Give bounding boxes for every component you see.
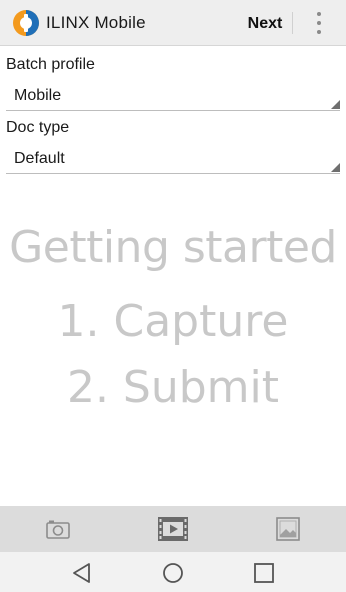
system-navigation-bar	[0, 552, 346, 592]
action-bar: ILINX Mobile Next	[0, 0, 346, 46]
more-vert-icon	[317, 12, 321, 16]
home-icon	[163, 563, 183, 583]
ilinx-logo-icon	[13, 10, 39, 36]
action-bar-divider	[292, 12, 293, 34]
app-title: ILINX Mobile	[46, 13, 146, 32]
recents-icon	[254, 563, 274, 583]
image-button[interactable]	[268, 514, 308, 544]
capture-toolbar	[0, 506, 346, 552]
step-submit: 2. Submit	[66, 362, 280, 413]
camera-icon	[46, 520, 70, 539]
image-icon	[276, 517, 300, 541]
back-icon	[73, 563, 90, 583]
getting-started-heading: Getting started	[9, 222, 337, 273]
camera-button[interactable]	[38, 514, 78, 544]
next-button[interactable]: Next	[240, 12, 290, 36]
doc-type-value: Default	[14, 150, 65, 167]
doc-type-dropdown[interactable]: Default	[6, 144, 340, 174]
back-button[interactable]	[68, 559, 96, 587]
recents-button[interactable]	[250, 559, 278, 587]
home-button[interactable]	[159, 559, 187, 587]
step-capture: 1. Capture	[57, 296, 289, 347]
doc-type-label: Doc type	[6, 119, 70, 136]
batch-profile-label: Batch profile	[6, 56, 95, 73]
dropdown-arrow-icon	[331, 163, 340, 172]
video-button[interactable]	[153, 514, 193, 544]
video-icon	[158, 517, 188, 541]
batch-profile-dropdown[interactable]: Mobile	[6, 81, 340, 111]
dropdown-arrow-icon	[331, 100, 340, 109]
batch-profile-value: Mobile	[14, 87, 62, 104]
overflow-menu-button[interactable]	[304, 10, 334, 38]
